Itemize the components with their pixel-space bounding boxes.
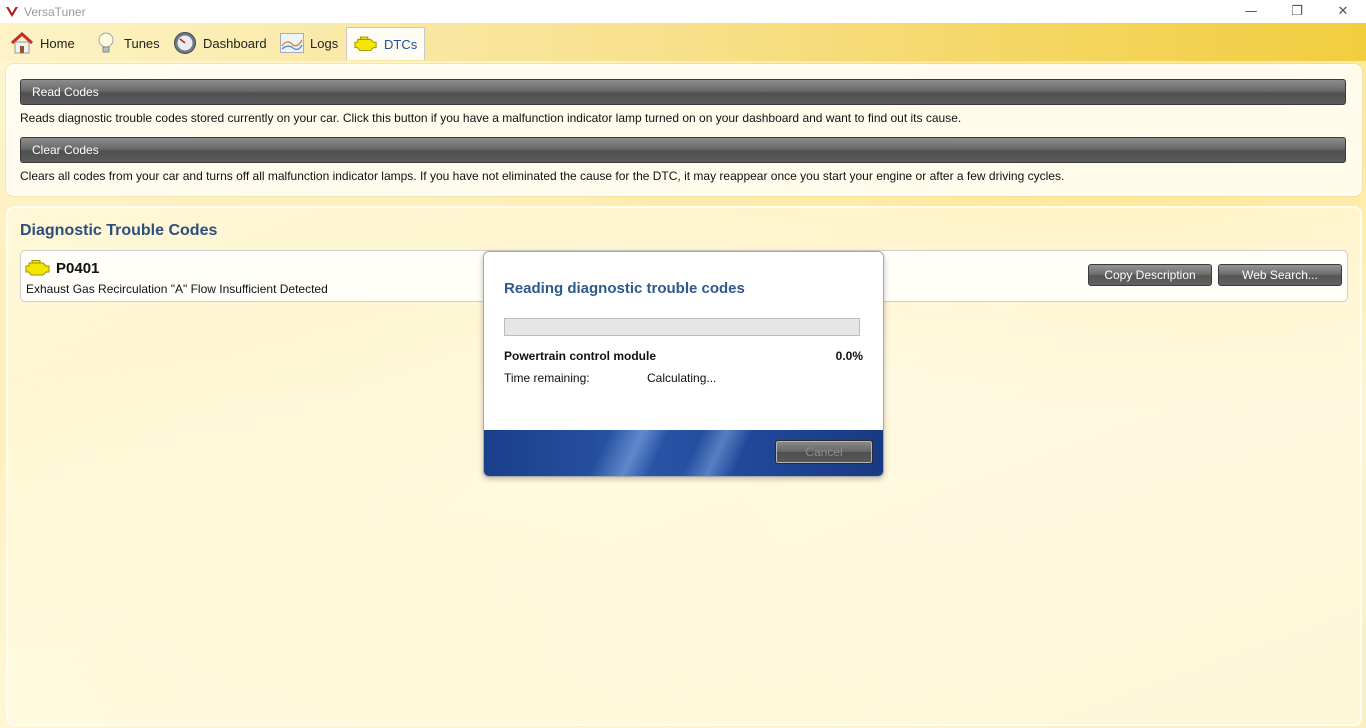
module-name: Powertrain control module: [504, 349, 657, 363]
close-button[interactable]: ✕: [1320, 0, 1366, 23]
tab-dashboard[interactable]: Dashboard: [173, 28, 267, 58]
dtc-code: P0401: [56, 260, 100, 277]
tab-tunes[interactable]: Tunes: [94, 28, 160, 58]
tab-home[interactable]: Home: [10, 28, 75, 58]
versatuner-logo-icon: [4, 4, 20, 20]
time-remaining-label: Time remaining:: [504, 371, 590, 385]
restore-button[interactable]: ❐: [1274, 0, 1320, 23]
reading-progress-dialog: Reading diagnostic trouble codes Powertr…: [483, 251, 884, 477]
home-icon: [10, 31, 34, 55]
window-controls: — ❐ ✕: [1228, 0, 1366, 23]
lightbulb-icon: [94, 31, 118, 55]
engine-icon: [354, 32, 378, 56]
clear-codes-button[interactable]: Clear Codes: [20, 137, 1346, 163]
tab-label: Logs: [310, 35, 339, 51]
chart-icon: [280, 31, 304, 55]
window-title: VersaTuner: [24, 4, 86, 19]
time-remaining-value: Calculating...: [647, 371, 717, 385]
progress-bar: [504, 318, 860, 336]
clear-codes-description: Clears all codes from your car and turns…: [20, 169, 1065, 183]
read-codes-button[interactable]: Read Codes: [20, 79, 1346, 105]
minimize-button[interactable]: —: [1228, 0, 1274, 23]
tab-label: Dashboard: [203, 35, 267, 51]
web-search-button[interactable]: Web Search...: [1218, 264, 1342, 286]
read-codes-description: Reads diagnostic trouble codes stored cu…: [20, 111, 962, 125]
check-engine-icon: [25, 259, 51, 277]
copy-description-button[interactable]: Copy Description: [1088, 264, 1212, 286]
dialog-footer: Cancel: [484, 430, 883, 476]
tab-bar: Home Tunes Dashboard Logs DTCs: [0, 23, 1366, 61]
progress-percent: 0.0%: [835, 349, 863, 363]
section-title: Diagnostic Trouble Codes: [20, 222, 218, 239]
tab-label: Home: [40, 35, 75, 51]
gauge-icon: [173, 31, 197, 55]
tab-label: DTCs: [384, 36, 418, 52]
tab-label: Tunes: [124, 35, 160, 51]
title-bar: VersaTuner — ❐ ✕: [0, 0, 1366, 23]
tab-logs[interactable]: Logs: [280, 28, 338, 58]
tab-dtcs[interactable]: DTCs: [346, 27, 426, 60]
dtc-description: Exhaust Gas Recirculation "A" Flow Insuf…: [26, 282, 328, 296]
dialog-title: Reading diagnostic trouble codes: [504, 280, 745, 297]
actions-panel: Read Codes Reads diagnostic trouble code…: [6, 64, 1362, 196]
cancel-button[interactable]: Cancel: [775, 440, 873, 464]
